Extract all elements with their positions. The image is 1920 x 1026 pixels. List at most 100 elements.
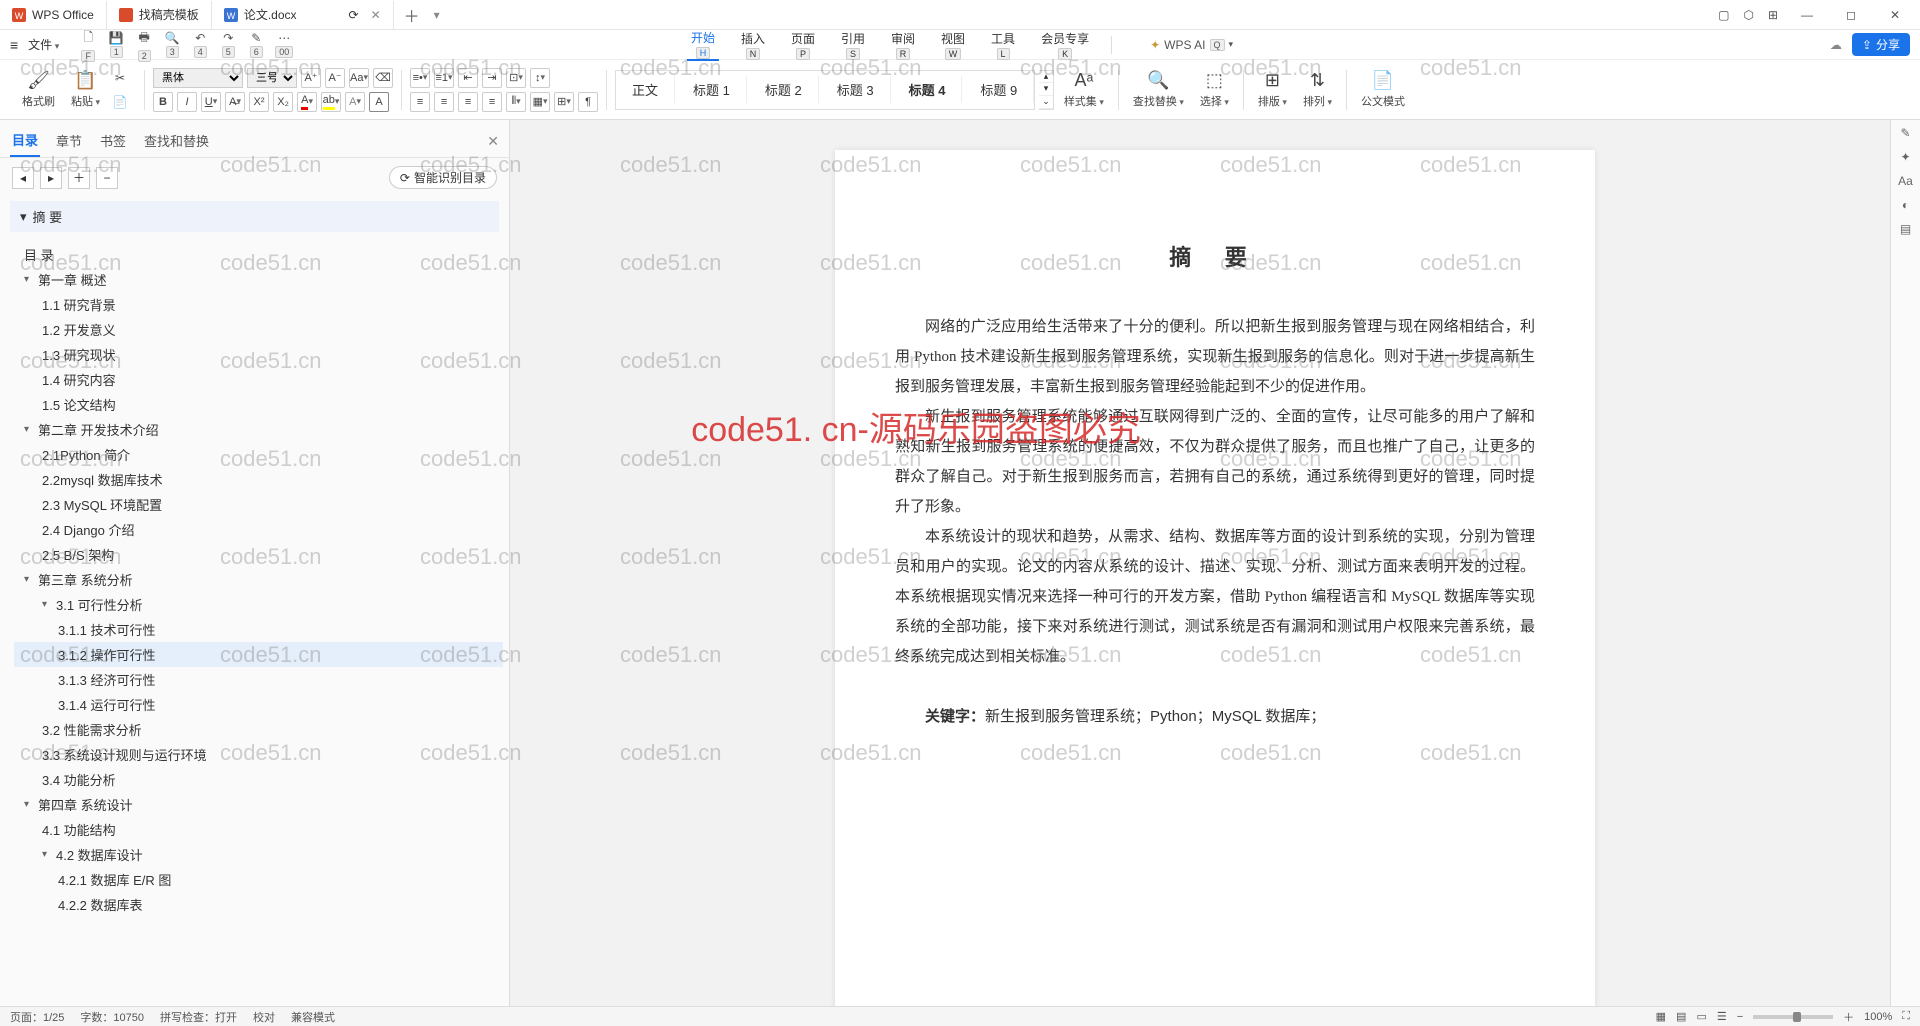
close-button[interactable]: ✕ — [1880, 8, 1910, 22]
file-menu[interactable]: 文件 — [22, 36, 65, 53]
styles-expand-button[interactable]: ⌄ — [1039, 96, 1053, 109]
find-replace-button[interactable]: 🔍查找替换 — [1127, 68, 1190, 111]
close-icon[interactable]: ✕ — [371, 8, 381, 22]
outline-item[interactable]: 2.3 MySQL 环境配置 — [14, 492, 503, 517]
outline-item[interactable]: 2.1Python 简介 — [14, 442, 503, 467]
view-print-icon[interactable]: ▦ — [1656, 1010, 1666, 1023]
outline-item[interactable]: 1.2 开发意义 — [14, 317, 503, 342]
share-button[interactable]: ⇪分享 — [1852, 33, 1910, 56]
view-web-icon[interactable]: ▭ — [1696, 1010, 1706, 1023]
select-button[interactable]: ⬚选择 — [1194, 68, 1235, 111]
outline-remove-button[interactable]: − — [96, 167, 118, 189]
arrange-button[interactable]: ⇅排列 — [1297, 68, 1338, 111]
status-page[interactable]: 页面：1/25 — [10, 1009, 64, 1025]
superscript-button[interactable]: X² — [249, 92, 269, 112]
styles-up-button[interactable]: ▴ — [1039, 71, 1053, 84]
qat-undo[interactable]: ↶4 — [189, 34, 211, 56]
outline-item[interactable]: 目 录 — [14, 242, 503, 267]
sp-tab-chapter[interactable]: 章节 — [54, 127, 84, 156]
menu-reference[interactable]: 引用S — [837, 30, 869, 60]
menu-insert[interactable]: 插入N — [737, 30, 769, 60]
style-heading2[interactable]: 标题 2 — [749, 76, 819, 103]
qat-more[interactable]: ⋯00 — [273, 34, 295, 56]
outline-item[interactable]: 1.4 研究内容 — [14, 367, 503, 392]
status-spellcheck[interactable]: 拼写检查：打开 — [160, 1009, 237, 1025]
qat-print[interactable]: 🖶2 — [133, 34, 155, 56]
official-mode-button[interactable]: 📄公文模式 — [1355, 68, 1411, 111]
menu-review[interactable]: 审阅R — [887, 30, 919, 60]
outline-item[interactable]: ▾第四章 系统设计 — [14, 792, 503, 817]
layers-icon[interactable]: ▤ — [1900, 222, 1911, 236]
pencil-icon[interactable]: ✎ — [1900, 126, 1910, 140]
qat-redo[interactable]: ↷5 — [217, 34, 239, 56]
qat-new[interactable]: 🗋F — [77, 34, 99, 56]
font-size-select[interactable]: 三号 — [247, 68, 297, 88]
underline-button[interactable]: U — [201, 92, 221, 112]
outline-item[interactable]: 3.1.4 运行可行性 — [14, 692, 503, 717]
outline-item[interactable]: 4.2.2 数据库表 — [14, 892, 503, 917]
subscript-button[interactable]: X₂ — [273, 92, 293, 112]
menu-vip[interactable]: 会员专享K — [1037, 30, 1093, 60]
zoom-out-button[interactable]: − — [1737, 1011, 1743, 1023]
clear-format-button[interactable]: ⌫ — [373, 68, 393, 88]
cut-button[interactable]: ✂ — [110, 68, 130, 88]
distribute-button[interactable]: ⫴ — [506, 92, 526, 112]
outline-item[interactable]: 2.4 Django 介绍 — [14, 517, 503, 542]
outline-add-button[interactable]: ＋ — [68, 167, 90, 189]
increase-font-button[interactable]: A⁺ — [301, 68, 321, 88]
hamburger-icon[interactable]: ≡ — [10, 37, 18, 53]
outline-item[interactable]: ▾第二章 开发技术介绍 — [14, 417, 503, 442]
new-tab-button[interactable]: ＋ — [394, 3, 430, 27]
fullscreen-icon[interactable]: ⛶ — [1902, 1010, 1910, 1023]
font-color-button[interactable]: A — [297, 92, 317, 112]
qat-preview[interactable]: 🔍3 — [161, 34, 183, 56]
qat-brush[interactable]: ✎6 — [245, 34, 267, 56]
style-icon[interactable]: Aa — [1898, 174, 1913, 188]
copy-button[interactable]: 📄 — [110, 92, 130, 112]
align-center-button[interactable]: ≡ — [434, 92, 454, 112]
style-body[interactable]: 正文 — [616, 76, 675, 103]
sparkle-icon[interactable]: ✦ — [1900, 150, 1910, 164]
outline-item[interactable]: 3.2 性能需求分析 — [14, 717, 503, 742]
bold-button[interactable]: B — [153, 92, 173, 112]
maximize-button[interactable]: ◻ — [1836, 8, 1866, 22]
styles-down-button[interactable]: ▾ — [1039, 83, 1053, 96]
menu-wps-ai[interactable]: ✦ WPS AI Q ▾ — [1150, 38, 1233, 52]
format-painter-button[interactable]: 🖌格式刷 — [16, 68, 61, 111]
align-right-button[interactable]: ≡ — [458, 92, 478, 112]
paste-button[interactable]: 📋粘贴 — [65, 68, 106, 111]
outline-item[interactable]: 2.2mysql 数据库技术 — [14, 467, 503, 492]
document-page[interactable]: 摘 要 网络的广泛应用给生活带来了十分的便利。所以把新生报到服务管理与现在网络相… — [835, 150, 1595, 1006]
outline-item[interactable]: ▾3.1 可行性分析 — [14, 592, 503, 617]
window-tile-icon[interactable]: ▢ — [1718, 8, 1729, 22]
status-words[interactable]: 字数：10750 — [80, 1009, 144, 1025]
italic-button[interactable]: I — [177, 92, 197, 112]
grid-icon[interactable]: ⊞ — [1768, 8, 1778, 22]
highlight-button[interactable]: ab — [321, 92, 341, 112]
layout-button[interactable]: ⊞排版 — [1252, 68, 1293, 111]
outline-item[interactable]: 3.1.2 操作可行性 — [14, 642, 503, 667]
refresh-icon[interactable]: ⟳ — [349, 8, 359, 22]
zoom-slider[interactable] — [1753, 1015, 1833, 1019]
outline-item[interactable]: 3.1.3 经济可行性 — [14, 667, 503, 692]
shapes-icon[interactable]: ◐ — [1902, 198, 1909, 212]
style-set-button[interactable]: Aᵃ样式集 — [1058, 68, 1110, 111]
sidepanel-current-heading[interactable]: ▾摘 要 — [10, 201, 499, 232]
status-proof[interactable]: 校对 — [253, 1009, 275, 1025]
outline-item[interactable]: 1.1 研究背景 — [14, 292, 503, 317]
outline-item[interactable]: 2.5 B/S 架构 — [14, 542, 503, 567]
strikethrough-button[interactable]: A̶ — [225, 92, 245, 112]
outline-item[interactable]: ▾第三章 系统分析 — [14, 567, 503, 592]
sp-tab-find[interactable]: 查找和替换 — [142, 127, 211, 156]
tab-wps-office[interactable]: W WPS Office — [0, 1, 107, 29]
paragraph-shading-button[interactable]: ▦ — [530, 92, 550, 112]
outline-item[interactable]: ▾第一章 概述 — [14, 267, 503, 292]
font-select[interactable]: 黑体 — [153, 68, 243, 88]
shading-button[interactable]: A — [345, 92, 365, 112]
tab-document[interactable]: W 论文.docx ⟳ ✕ — [212, 1, 394, 29]
outline-item[interactable]: 3.1.1 技术可行性 — [14, 617, 503, 642]
outline-item[interactable]: 3.4 功能分析 — [14, 767, 503, 792]
outline-left-button[interactable]: ◂ — [12, 167, 34, 189]
minimize-button[interactable]: — — [1792, 8, 1822, 22]
outline-item[interactable]: 1.3 研究现状 — [14, 342, 503, 367]
